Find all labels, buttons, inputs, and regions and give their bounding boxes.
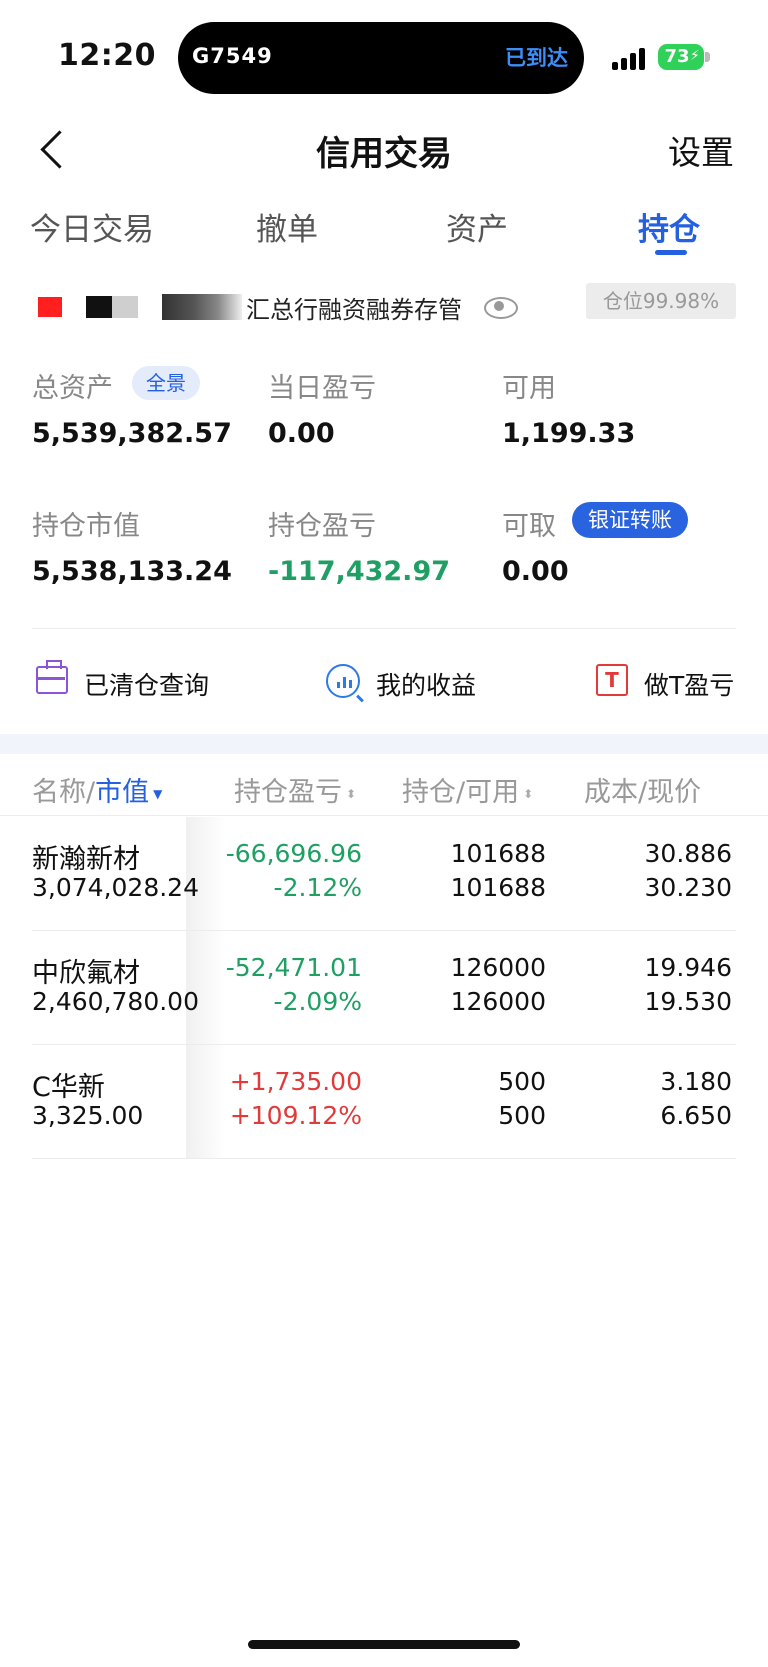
day-pnl-label: 当日盈亏 [268,373,376,404]
stock-market-value: 3,074,028.24 [32,873,199,902]
name-header-label: 名称/ [32,777,96,808]
stock-market-value: 3,325.00 [32,1101,144,1130]
table-row[interactable]: 新瀚新材 3,074,028.24 -66,696.96 -2.12% 1016… [0,817,768,931]
tab-assets[interactable]: 资产 [446,204,508,249]
stock-cost: 19.946 [644,953,732,982]
tab-bar: 今日交易 撤单 资产 持仓 [0,200,768,270]
positions-table-header: 名称/市值 ▼ 持仓盈亏 ⬍ 持仓/可用 ⬍ 成本/现价 [0,754,768,816]
dynamic-island[interactable]: G7549 已到达 [178,22,584,94]
stock-name: 中欣氟材 [32,958,140,989]
stock-price: 30.230 [644,873,732,902]
stock-name: C华新 [32,1072,105,1103]
t-trade-pnl-button[interactable]: T 做T盈亏 [596,660,746,704]
table-row[interactable]: C华新 3,325.00 +1,735.00 +109.12% 500 500 … [0,1045,768,1159]
position-pnl-value: -117,432.97 [268,556,451,587]
stock-available: 126000 [450,987,546,1016]
bank-transfer-button[interactable]: 银证转账 [572,502,688,538]
pnl-header-label: 持仓盈亏 [234,777,342,808]
stock-holding: 500 [498,1067,546,1096]
cleared-positions-label: 已清仓查询 [84,671,210,700]
tab-cancel-order[interactable]: 撤单 [256,204,318,249]
stock-pnl: -66,696.96 [225,839,362,868]
qty-header-label: 持仓/可用 [402,777,520,808]
my-earnings-label: 我的收益 [376,671,477,700]
position-pnl-label: 持仓盈亏 [268,511,376,542]
column-header-name[interactable]: 名称/市值 ▼ [32,770,162,809]
status-bar: 12:20 G7549 已到达 73 ⚡ [0,0,768,110]
table-row[interactable]: 中欣氟材 2,460,780.00 -52,471.01 -2.09% 1260… [0,931,768,1045]
stock-holding: 126000 [450,953,546,982]
settings-button[interactable]: 设置 [668,126,734,174]
price-header-label: 成本/现价 [584,777,702,808]
tab-positions[interactable]: 持仓 [638,204,700,249]
stock-pnl-pct: -2.09% [273,987,362,1016]
section-separator [0,734,768,754]
panorama-button[interactable]: 全景 [132,366,200,400]
redacted-block [112,296,138,318]
page-title: 信用交易 [316,134,452,174]
stock-market-value: 2,460,780.00 [32,987,199,1016]
column-header-qty[interactable]: 持仓/可用 ⬍ [402,770,533,809]
my-earnings-button[interactable]: 我的收益 [326,660,506,704]
battery-cap [705,52,710,62]
stock-cost: 30.886 [644,839,732,868]
stock-price: 19.530 [644,987,732,1016]
stock-price: 6.650 [660,1101,732,1130]
nav-bar: 信用交易 设置 [0,110,768,190]
t-trade-pnl-label: 做T盈亏 [644,671,735,700]
stock-pnl-pct: -2.12% [273,873,362,902]
header-fade [708,754,768,814]
column-header-pnl[interactable]: 持仓盈亏 ⬍ [234,770,356,809]
market-value-label: 持仓市值 [32,511,140,542]
status-time: 12:20 [58,38,156,73]
sort-desc-icon: ▼ [153,786,163,801]
stock-cost: 3.180 [660,1067,732,1096]
row-divider [32,1158,736,1159]
t-box-icon: T [596,664,628,696]
market-value-value: 5,538,133.24 [32,556,232,587]
tab-today-trades[interactable]: 今日交易 [30,204,154,249]
briefcase-icon [36,660,68,694]
train-status: 已到达 [505,46,568,70]
stock-pnl: -52,471.01 [225,953,362,982]
signal-icon [612,46,648,70]
withdrawable-value: 0.00 [502,556,569,587]
cleared-positions-button[interactable]: 已清仓查询 [36,660,236,704]
day-pnl-value: 0.00 [268,418,335,449]
stock-available: 101688 [450,873,546,902]
sort-icon: ⬍ [523,786,534,801]
active-tab-indicator [655,250,687,255]
withdrawable-label: 可取 [502,511,556,542]
stock-name: 新瀚新材 [32,844,140,875]
sort-icon: ⬍ [346,786,357,801]
eye-icon[interactable] [482,294,518,319]
total-assets-value: 5,539,382.57 [32,418,232,449]
charging-bolt-icon: ⚡ [690,48,700,64]
row-shadow [186,1045,226,1158]
market-value-sort-label: 市值 [95,777,150,808]
available-label: 可用 [502,373,556,404]
stock-available: 500 [498,1101,546,1130]
chart-search-icon [326,664,360,698]
redacted-block [162,294,242,320]
bank-logo-icon [38,297,62,317]
total-assets-label: 总资产 [32,373,113,404]
stock-pnl-pct: +109.12% [229,1101,362,1130]
stock-holding: 101688 [450,839,546,868]
position-ratio-badge: 仓位99.98% [586,283,736,319]
redacted-block [86,296,112,318]
home-indicator[interactable] [248,1640,520,1649]
account-selector[interactable]: 汇总行融资融券存管 仓位99.98% [0,280,768,340]
divider [32,628,736,629]
train-code: G7549 [192,44,273,68]
account-name: 汇总行融资融券存管 [246,296,462,324]
available-value: 1,199.33 [502,418,636,449]
column-header-price[interactable]: 成本/现价 [584,770,701,809]
stock-pnl: +1,735.00 [229,1067,362,1096]
